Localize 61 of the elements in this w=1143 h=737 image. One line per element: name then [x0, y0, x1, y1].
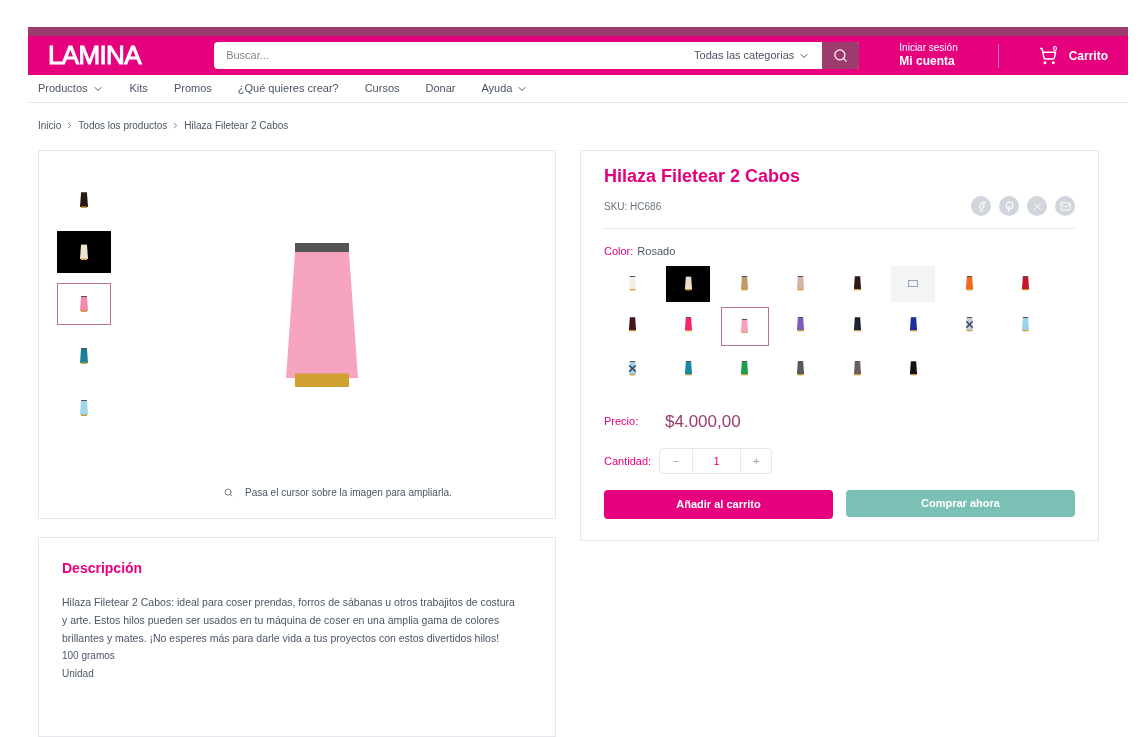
spool-icon: [683, 276, 693, 291]
spool-icon: [627, 317, 637, 332]
color-value: Rosado: [637, 244, 676, 259]
spool-icon: [683, 317, 693, 332]
zoom-hint: Pasa el cursor sobre la imagen para ampliarla.: [245, 486, 452, 500]
spool-icon: [627, 276, 637, 291]
price-label: Precio:: [604, 414, 640, 429]
breadcrumb-link[interactable]: Inicio: [38, 118, 62, 133]
spool-icon: [908, 317, 918, 332]
login-link[interactable]: Iniciar sesión: [899, 41, 958, 55]
spool-icon: [683, 361, 693, 376]
category-dropdown[interactable]: Todas las categorias: [682, 47, 823, 64]
description-line: 100 gramos: [62, 649, 116, 663]
nav-item[interactable]: Cursos: [364, 80, 400, 97]
product-title: Hilaza Filetear 2 Cabos: [604, 165, 802, 188]
color-swatch[interactable]: [891, 265, 936, 302]
spool-icon: [1021, 317, 1031, 332]
quantity-label: Cantidad:: [604, 453, 652, 469]
spool-icon: [852, 317, 862, 332]
spool-icon: [740, 361, 750, 376]
account-link[interactable]: Mi cuenta: [899, 54, 958, 70]
search-icon: [833, 48, 849, 63]
spool-icon: [740, 276, 750, 291]
description-title: Descripción: [62, 559, 144, 578]
nav-item[interactable]: Kits: [129, 80, 148, 97]
spool-icon: [908, 361, 918, 376]
nav-item[interactable]: ¿Qué quieres crear?: [237, 80, 339, 97]
search-field[interactable]: Buscar... Todas las categorias: [214, 42, 860, 69]
thumbnail[interactable]: [57, 231, 111, 273]
color-swatch[interactable]: [720, 306, 769, 346]
color-label: Color:: [604, 244, 634, 259]
zoom-icon: [224, 488, 233, 497]
spool-icon: [740, 318, 750, 334]
spool-icon: [796, 317, 806, 332]
spool-icon: [79, 400, 89, 416]
nav-item[interactable]: Donar: [425, 80, 456, 97]
price: $4.000,00: [665, 410, 741, 433]
add-to-cart-button[interactable]: Añadir al carrito: [604, 490, 833, 519]
spool-icon: [79, 296, 89, 312]
spool-icon: [852, 276, 862, 291]
spool-icon: [796, 361, 806, 376]
spool-icon: [965, 276, 975, 291]
color-swatch[interactable]: [666, 265, 711, 302]
nav-item[interactable]: Productos: [38, 80, 104, 97]
search-button[interactable]: [822, 42, 860, 69]
description-text: Hilaza Filetear 2 Cabos: ideal para coser prendas, forros de sábanas u otros trabajitos de costura y arte. Estos hilos pueden ser usados en tu máquina de coser en una amplia gama de colores brillantes y mates. ¡No esperes más para darle vida a tus proyectos con estos divertidos hilos!: [62, 595, 516, 646]
spool-icon: [852, 361, 862, 376]
thumbnail[interactable]: [57, 283, 111, 325]
nav-item[interactable]: Ayuda: [481, 80, 529, 97]
logo[interactable]: LAMINA: [48, 36, 175, 75]
sku-label: SKU: HC686: [604, 199, 662, 214]
description-line: Unidad: [62, 667, 95, 681]
spool-icon: [79, 192, 89, 208]
spool-icon: [796, 276, 806, 291]
cart-icon: [1038, 46, 1057, 65]
nav-item[interactable]: Promos: [173, 80, 212, 97]
breadcrumb-link[interactable]: Todos los productos: [78, 118, 168, 133]
spool-icon: [79, 348, 89, 364]
spool-icon: [1021, 276, 1031, 291]
spool-icon: [79, 244, 89, 260]
image-placeholder-icon: [908, 280, 919, 287]
